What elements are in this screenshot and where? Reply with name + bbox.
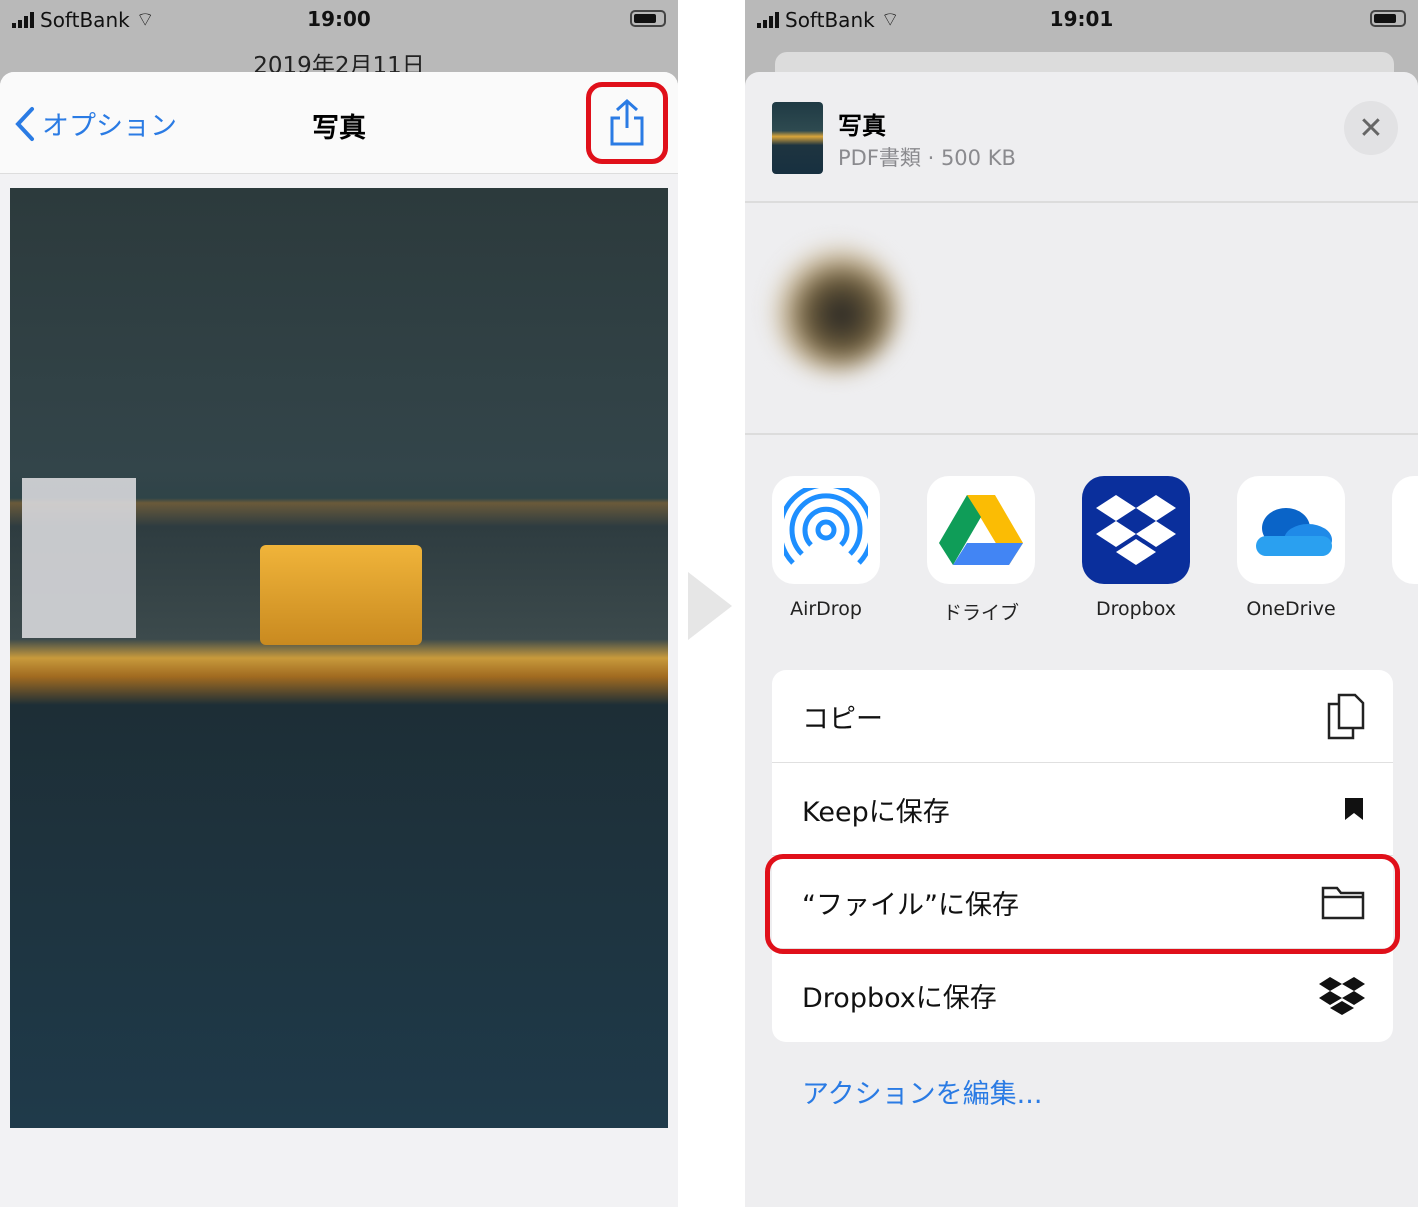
highlight-box bbox=[765, 854, 1400, 954]
app-onedrive[interactable]: OneDrive bbox=[1237, 476, 1345, 625]
action-label: Dropboxに保存 bbox=[802, 983, 997, 1014]
contact-avatar[interactable] bbox=[770, 243, 900, 373]
left-phone: SoftBank ⌔ 19:00 2019年2月11日 オプション 写真 bbox=[0, 0, 678, 1207]
app-row: AirDrop ドライブ Dropbox OneDrive ●E bbox=[772, 476, 1418, 625]
app-google-drive[interactable]: ドライブ bbox=[927, 476, 1035, 625]
edit-actions-link[interactable]: アクションを編集... bbox=[802, 1072, 1042, 1111]
share-header: 写真 PDF書類 · 500 KB ✕ bbox=[745, 72, 1418, 203]
close-icon: ✕ bbox=[1358, 110, 1384, 146]
page-title: 写真 bbox=[312, 113, 366, 144]
battery-icon bbox=[630, 10, 666, 27]
google-drive-icon bbox=[927, 476, 1035, 584]
airdrop-icon bbox=[772, 476, 880, 584]
right-phone: SoftBank ⌔ 19:01 写真 PDF書類 · 500 KB ✕ AirD… bbox=[745, 0, 1418, 1207]
share-button[interactable] bbox=[586, 82, 668, 164]
onedrive-icon bbox=[1237, 476, 1345, 584]
evernote-icon: ● bbox=[1392, 476, 1418, 584]
action-list: コピー Keepに保存 “ファイル”に保存 Dropboxに保存 bbox=[765, 670, 1400, 1042]
time: 19:00 bbox=[307, 7, 371, 31]
file-thumbnail bbox=[772, 102, 823, 174]
file-title: 写真 bbox=[838, 112, 886, 140]
action-copy[interactable]: コピー bbox=[772, 670, 1393, 763]
action-label: コピー bbox=[802, 703, 883, 735]
file-info: PDF書類 · 500 KB bbox=[838, 146, 1016, 170]
photo-preview bbox=[10, 188, 668, 1128]
time: 19:01 bbox=[1049, 7, 1114, 31]
people-row bbox=[745, 203, 1418, 435]
app-dropbox[interactable]: Dropbox bbox=[1082, 476, 1190, 625]
close-button[interactable]: ✕ bbox=[1344, 101, 1398, 155]
preview-sheet: オプション 写真 bbox=[0, 72, 678, 1207]
status-bar: SoftBank ⌔ 19:01 bbox=[745, 0, 1418, 36]
share-sheet: 写真 PDF書類 · 500 KB ✕ AirDrop ドライブ Dropbox… bbox=[745, 72, 1418, 1207]
action-keep[interactable]: Keepに保存 bbox=[772, 763, 1393, 856]
status-bar: SoftBank ⌔ 19:00 bbox=[0, 0, 678, 36]
nav-bar: オプション 写真 bbox=[0, 72, 678, 174]
share-icon bbox=[610, 98, 644, 146]
app-evernote[interactable]: ●E bbox=[1392, 476, 1418, 625]
dropbox-icon bbox=[1319, 976, 1365, 1015]
next-arrow-icon bbox=[688, 572, 732, 640]
action-save-to-dropbox[interactable]: Dropboxに保存 bbox=[772, 949, 1393, 1042]
app-airdrop[interactable]: AirDrop bbox=[772, 476, 880, 625]
dropbox-icon bbox=[1082, 476, 1190, 584]
action-label: Keepに保存 bbox=[802, 796, 950, 828]
battery-icon bbox=[1370, 10, 1406, 27]
bookmark-icon bbox=[1345, 798, 1363, 820]
action-save-to-files[interactable]: “ファイル”に保存 bbox=[765, 854, 1400, 954]
copy-icon bbox=[1327, 693, 1365, 740]
